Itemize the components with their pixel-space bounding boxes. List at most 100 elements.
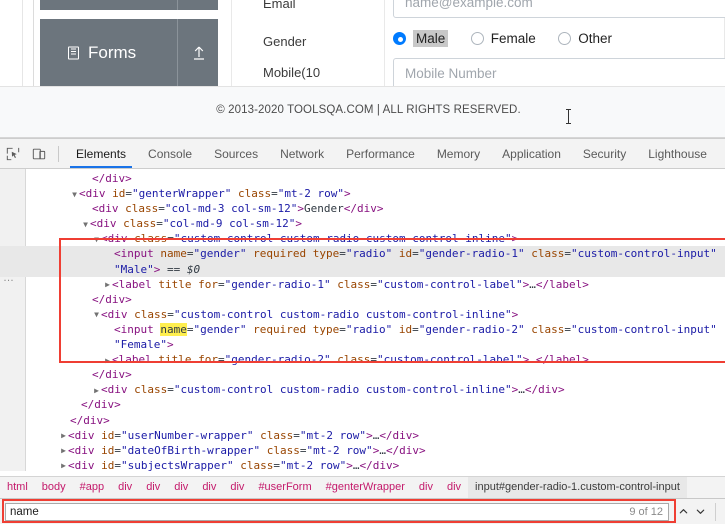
- breadcrumb-item-div-5[interactable]: div: [223, 477, 251, 498]
- radio-dot-female[interactable]: [470, 32, 484, 45]
- twisty-closed-icon[interactable]: ▶: [59, 428, 68, 443]
- breadcrumb-item-div-4[interactable]: div: [195, 477, 223, 498]
- dom-node[interactable]: ▶ <label title for="gender-radio-2" class…: [0, 352, 725, 367]
- dom-node[interactable]: ▶ <div id="dateOfBirth-wrapper" class="mt…: [0, 443, 725, 458]
- chevron-down-icon[interactable]: [692, 503, 709, 520]
- dom-value: "mt-2 row": [277, 187, 344, 201]
- gender-option-label: Female: [490, 31, 536, 46]
- dom-node[interactable]: ▶ <div class="custom-control custom-radio…: [0, 382, 725, 397]
- dom-attr: required: [253, 247, 307, 261]
- inspect-element-icon[interactable]: [0, 139, 26, 168]
- dom-attr: class: [531, 247, 565, 261]
- dom-tag: </div>: [524, 383, 565, 397]
- breadcrumb-item-app[interactable]: #app: [73, 477, 111, 498]
- dom-node[interactable]: </div>: [0, 413, 725, 428]
- dom-node[interactable]: <div class="col-md-3 col-sm-12">Gender</…: [0, 201, 725, 216]
- twisty-closed-icon[interactable]: ▶: [92, 383, 101, 398]
- dom-value: "gender": [193, 247, 247, 261]
- gender-radio-male[interactable]: Male: [393, 30, 449, 47]
- twisty-closed-icon[interactable]: ▶: [103, 277, 112, 292]
- dom-node[interactable]: ▼ <div class="col-md-9 col-sm-12">: [0, 216, 725, 231]
- dom-node[interactable]: </div>: [0, 292, 725, 307]
- twisty-closed-icon[interactable]: ▶: [103, 353, 112, 368]
- dom-attr: name: [160, 247, 187, 261]
- dom-attr: id: [112, 187, 126, 201]
- dom-value: "genterWrapper": [132, 187, 232, 201]
- twisty-open-icon[interactable]: ▼: [92, 307, 101, 322]
- breadcrumb-item-div-2[interactable]: div: [139, 477, 167, 498]
- dom-node[interactable]: <input name="gender" required type="radi…: [0, 322, 725, 337]
- dom-tag: </label>: [535, 277, 589, 291]
- mobile-field[interactable]: Mobile Number: [393, 58, 725, 86]
- twisty-open-icon[interactable]: ▼: [92, 232, 101, 247]
- breadcrumb-item-div-3[interactable]: div: [167, 477, 195, 498]
- menu-card-divider: [177, 19, 178, 86]
- tab-lighthouse[interactable]: Lighthouse: [637, 139, 718, 168]
- breadcrumb-item-div-7[interactable]: div: [440, 477, 468, 498]
- gender-radio-other[interactable]: Other: [558, 31, 612, 46]
- dom-node[interactable]: ▶ <label title for="gender-radio-1" class…: [0, 277, 725, 292]
- radio-dot-other[interactable]: [558, 32, 572, 45]
- breadcrumb-item-genterwrapper[interactable]: #genterWrapper: [319, 477, 412, 498]
- dom-value: "subjectsWrapper": [121, 458, 234, 471]
- dom-node-selected[interactable]: <input name="gender" required type="radi…: [0, 246, 725, 262]
- dom-text: Gender: [303, 202, 344, 216]
- twisty-open-icon[interactable]: ▼: [70, 187, 79, 202]
- dom-node[interactable]: ▼ <div class="custom-control custom-radio…: [0, 231, 725, 246]
- tab-application[interactable]: Application: [491, 139, 572, 168]
- dom-value: "custom-control custom-radio custom-cont…: [173, 307, 512, 321]
- dom-node[interactable]: </div>: [0, 171, 725, 186]
- sidebar-menu-card-above[interactable]: [40, 0, 218, 10]
- twisty-closed-icon[interactable]: ▶: [59, 458, 68, 471]
- breadcrumb-item-div-1[interactable]: div: [111, 477, 139, 498]
- dom-tag: >: [511, 232, 519, 246]
- dom-tag: >: [295, 217, 302, 231]
- dom-node[interactable]: "Female">: [0, 337, 725, 352]
- dom-tag: >: [346, 458, 353, 471]
- tab-adblock[interactable]: Adb: [718, 139, 725, 168]
- tab-elements[interactable]: Elements: [65, 139, 137, 168]
- page-footer: © 2013-2020 TOOLSQA.COM | ALL RIGHTS RES…: [0, 86, 725, 138]
- breadcrumb-item-selected[interactable]: input#gender-radio-1.custom-control-inpu…: [468, 477, 687, 498]
- email-field[interactable]: name@example.com: [393, 0, 725, 18]
- arrow-up-icon[interactable]: [191, 45, 207, 61]
- dom-node[interactable]: </div>: [0, 397, 725, 412]
- dom-ellipsis: …: [518, 383, 525, 397]
- dom-ellipsis: …: [379, 443, 386, 457]
- dom-tree[interactable]: … </div> ▼ <div id="genterWrapper" class=…: [0, 169, 725, 471]
- tab-console[interactable]: Console: [137, 139, 203, 168]
- dom-node-selected-cont[interactable]: "Male"> == $0: [0, 261, 725, 277]
- twisty-closed-icon[interactable]: ▶: [59, 443, 68, 458]
- dom-node[interactable]: ▶ <div id="userNumber-wrapper" class="mt-…: [0, 428, 725, 443]
- tab-network[interactable]: Network: [269, 139, 335, 168]
- webpage-fragment: Forms Email name@example.com Gender Male: [0, 0, 725, 86]
- dom-node[interactable]: ▶ <div id="subjectsWrapper" class="mt-2 r…: [0, 458, 725, 471]
- dom-attr: class: [134, 232, 168, 246]
- dom-tag: >: [166, 338, 174, 352]
- radio-dot-male[interactable]: [393, 32, 406, 45]
- dom-attr: required: [253, 322, 307, 336]
- tab-security[interactable]: Security: [572, 139, 637, 168]
- search-bar-divider: [715, 502, 716, 521]
- tab-sources[interactable]: Sources: [203, 139, 269, 168]
- breadcrumb[interactable]: html body #app div div div div div #user…: [0, 476, 725, 498]
- dom-node[interactable]: ▼ <div class="custom-control custom-radio…: [0, 307, 725, 322]
- breadcrumb-item-body[interactable]: body: [35, 477, 73, 498]
- search-input[interactable]: [6, 505, 668, 518]
- sidebar-item-forms[interactable]: Forms: [40, 19, 218, 86]
- dom-node[interactable]: ▼ <div id="genterWrapper" class="mt-2 row…: [0, 186, 725, 201]
- dom-value: "custom-control custom-radio custom-cont…: [173, 232, 512, 246]
- breadcrumb-item-html[interactable]: html: [0, 477, 35, 498]
- breadcrumb-item-userform[interactable]: #userForm: [251, 477, 318, 498]
- tab-memory[interactable]: Memory: [426, 139, 491, 168]
- gender-radio-female[interactable]: Female: [470, 31, 536, 46]
- dom-node[interactable]: </div>: [0, 367, 725, 382]
- device-toolbar-icon[interactable]: [26, 139, 52, 168]
- dom-value: "custom-control-input": [571, 322, 717, 336]
- tab-performance[interactable]: Performance: [335, 139, 426, 168]
- dom-tag: <div: [101, 307, 128, 321]
- breadcrumb-item-div-6[interactable]: div: [412, 477, 440, 498]
- chevron-up-icon[interactable]: [675, 503, 692, 520]
- search-field-wrapper[interactable]: 9 of 12: [5, 502, 669, 521]
- twisty-open-icon[interactable]: ▼: [81, 217, 90, 232]
